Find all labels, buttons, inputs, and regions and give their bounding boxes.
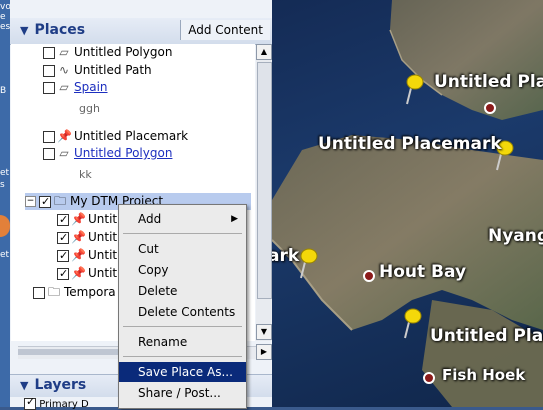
yellow-pushpin-icon[interactable] <box>402 308 422 340</box>
places-title[interactable]: ▼ Places <box>20 22 85 38</box>
desktop-label: B <box>0 86 7 96</box>
desktop-app-icon[interactable] <box>0 215 10 237</box>
tree-item-label: Untitled Placemark <box>74 129 189 143</box>
tree-item-label: Untit <box>88 248 118 262</box>
desktop-label: es <box>0 22 11 32</box>
menu-item-save-place-as[interactable]: Save Place As... <box>119 362 246 382</box>
tree-item-label: Untit <box>88 212 118 226</box>
menu-item-delete-contents[interactable]: Delete Contents <box>119 302 246 322</box>
layers-item-label: Primary D <box>39 399 89 410</box>
layers-title-text: Layers <box>34 377 87 393</box>
tree-item[interactable]: ∿ Untitled Path <box>43 62 152 79</box>
collapse-triangle-icon: ▼ <box>20 379 29 392</box>
tree-item[interactable]: 📌Untit <box>57 265 117 282</box>
tree-item[interactable]: ▱ Untitled Polygon <box>43 44 172 61</box>
add-content-button[interactable]: Add Content <box>180 20 270 40</box>
tree-item[interactable]: 📌Untit <box>57 211 117 228</box>
visibility-checkbox[interactable] <box>57 247 69 264</box>
scroll-down-icon[interactable]: ▼ <box>256 324 272 340</box>
map-view[interactable]: Untitled Place Untitled Placemark Nyang … <box>272 0 543 407</box>
tree-item[interactable]: 🗀 Tempora <box>33 284 116 301</box>
vertical-scrollbar[interactable]: ▲ ▼ <box>256 44 272 341</box>
places-panel-header[interactable]: ▼ Places Add Content <box>10 18 272 45</box>
submenu-arrow-icon: ▶ <box>231 214 238 224</box>
scroll-right-icon[interactable]: ▶ <box>256 344 272 360</box>
polygon-icon: ▱ <box>59 45 69 59</box>
tree-item-label: Untit <box>88 266 118 280</box>
horizontal-scrollbar-thumb[interactable] <box>18 349 128 355</box>
yellow-pushpin-icon[interactable] <box>298 248 318 280</box>
tree-item-label: Untit <box>88 230 118 244</box>
scrollbar-thumb[interactable] <box>257 62 272 299</box>
scroll-up-icon[interactable]: ▲ <box>256 44 272 60</box>
menu-separator <box>123 233 242 234</box>
tree-item-label: Untitled Path <box>74 63 152 77</box>
map-label[interactable]: Nyang <box>488 226 543 246</box>
collapse-triangle-icon: ▼ <box>20 24 29 37</box>
desktop-strip: vo e es B et s et <box>0 0 11 407</box>
context-menu: Add ▶ Cut Copy Delete Delete Contents Ren… <box>118 204 247 409</box>
tree-item-link[interactable]: Untitled Polygon <box>74 146 172 160</box>
menu-item-delete[interactable]: Delete <box>119 281 246 301</box>
tree-item[interactable]: 📌 Untitled Placemark <box>43 128 188 145</box>
visibility-checkbox[interactable] <box>57 265 69 282</box>
places-title-text: Places <box>34 22 86 38</box>
visibility-checkbox[interactable] <box>43 46 55 59</box>
map-label[interactable]: Fish Hoek <box>442 366 525 384</box>
tree-item-link[interactable]: Spain <box>74 80 108 94</box>
menu-item-cut[interactable]: Cut <box>119 239 246 259</box>
tree-item[interactable]: 📌Untit <box>57 229 117 246</box>
folder-icon: 🗀 <box>47 285 60 299</box>
polygon-icon: ▱ <box>59 146 69 160</box>
layers-title[interactable]: ▼ Layers <box>20 377 86 393</box>
visibility-checkbox[interactable] <box>43 81 55 94</box>
item-description: ggh <box>79 102 100 115</box>
map-label[interactable]: Untitled Place <box>434 72 543 92</box>
visibility-checkbox[interactable] <box>24 395 36 410</box>
menu-separator <box>123 326 242 327</box>
collapse-toggle-icon[interactable]: − <box>25 196 36 207</box>
visibility-checkbox[interactable] <box>33 286 45 299</box>
map-label[interactable]: ark <box>272 246 299 266</box>
menu-item-rename[interactable]: Rename <box>119 332 246 352</box>
yellow-pushpin-icon: 📌 <box>71 248 86 262</box>
yellow-pushpin-icon: 📌 <box>71 212 86 226</box>
tree-item[interactable]: ▱ Spain <box>43 79 108 96</box>
orange-pushpin-icon: 📌 <box>57 129 72 143</box>
menu-item-label: Add <box>138 212 162 226</box>
tree-item[interactable]: 📌Untit <box>57 247 117 264</box>
visibility-checkbox[interactable] <box>43 64 55 77</box>
visibility-checkbox[interactable] <box>39 193 51 210</box>
tree-item-label: Untitled Polygon <box>74 45 173 59</box>
yellow-pushpin-icon: 📌 <box>71 230 86 244</box>
tree-item-label: Tempora <box>64 285 116 299</box>
map-label[interactable]: Untitled Place <box>430 326 543 346</box>
path-icon: ∿ <box>58 63 70 77</box>
folder-icon: 🗀 <box>53 194 66 208</box>
desktop-label: et <box>0 250 10 260</box>
tree-item[interactable]: ▱ Untitled Polygon <box>43 145 172 162</box>
polygon-icon: ▱ <box>59 80 69 94</box>
visibility-checkbox[interactable] <box>43 147 55 160</box>
place-marker-icon[interactable] <box>423 372 435 384</box>
visibility-checkbox[interactable] <box>57 229 69 246</box>
visibility-checkbox[interactable] <box>57 211 69 228</box>
menu-item-add[interactable]: Add ▶ <box>119 209 246 229</box>
yellow-pushpin-icon[interactable] <box>404 74 424 106</box>
place-marker-icon[interactable] <box>484 102 496 114</box>
desktop-label: s <box>0 180 5 190</box>
place-marker-icon[interactable] <box>363 270 375 282</box>
layers-item[interactable]: Primary D <box>24 395 89 410</box>
visibility-checkbox[interactable] <box>43 130 55 143</box>
menu-separator <box>123 356 242 357</box>
map-label[interactable]: Untitled Placemark <box>318 134 502 154</box>
desktop-label: et <box>0 168 10 178</box>
item-description: kk <box>79 168 92 181</box>
map-label[interactable]: Hout Bay <box>379 262 466 282</box>
menu-item-copy[interactable]: Copy <box>119 260 246 280</box>
menu-item-share-post[interactable]: Share / Post... <box>119 383 246 403</box>
desktop-label: e <box>0 12 6 22</box>
yellow-pushpin-icon: 📌 <box>71 266 86 280</box>
